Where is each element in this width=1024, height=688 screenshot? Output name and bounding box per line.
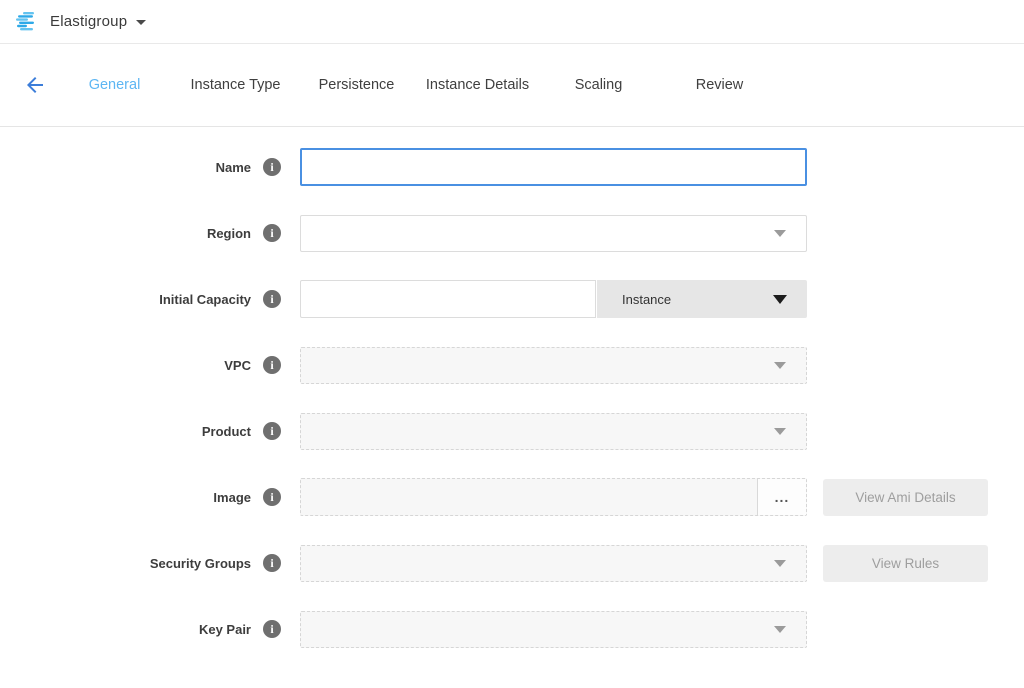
form-row-vpc: VPC i: [0, 346, 1024, 384]
form-row-region: Region i: [0, 214, 1024, 252]
info-icon[interactable]: i: [263, 290, 281, 308]
key-pair-label: Key Pair: [199, 622, 251, 637]
info-icon[interactable]: i: [263, 422, 281, 440]
ellipsis-browse-button: ...: [758, 479, 806, 515]
app-name: Elastigroup: [50, 13, 127, 30]
tabs: General Instance Type Persistence Instan…: [54, 77, 780, 93]
key-pair-dropdown: [300, 611, 807, 648]
general-step-form: Name i Region i Initial Capacity i Insta…: [0, 127, 1024, 648]
image-picker-field: ...: [300, 478, 807, 516]
tab-instance-details[interactable]: Instance Details: [417, 77, 538, 93]
arrow-back-icon: [23, 73, 47, 97]
security-groups-label: Security Groups: [150, 556, 251, 571]
product-dropdown: [300, 413, 807, 450]
vpc-dropdown: [300, 347, 807, 384]
top-bar: Elastigroup: [0, 0, 1024, 44]
capacity-unit-dropdown[interactable]: Instance: [597, 280, 807, 318]
form-row-initial-capacity: Initial Capacity i Instance: [0, 280, 1024, 318]
tab-instance-type[interactable]: Instance Type: [175, 77, 296, 93]
image-label: Image: [213, 490, 251, 505]
region-dropdown[interactable]: [300, 215, 807, 252]
initial-capacity-label: Initial Capacity: [159, 292, 251, 307]
product-label: Product: [202, 424, 251, 439]
app-switcher[interactable]: Elastigroup: [14, 10, 146, 34]
form-row-product: Product i: [0, 412, 1024, 450]
dropdown-caret-icon: [774, 362, 786, 369]
form-row-security-groups: Security Groups i View Rules: [0, 544, 1024, 582]
region-label: Region: [207, 226, 251, 241]
info-icon[interactable]: i: [263, 620, 281, 638]
view-rules-button: View Rules: [823, 545, 988, 582]
form-row-image: Image i ... View Ami Details: [0, 478, 1024, 516]
info-icon[interactable]: i: [263, 224, 281, 242]
wizard-tab-bar: General Instance Type Persistence Instan…: [0, 44, 1024, 127]
dropdown-caret-icon: [774, 560, 786, 567]
info-icon[interactable]: i: [263, 488, 281, 506]
name-input[interactable]: [300, 148, 807, 186]
dropdown-caret-icon: [773, 295, 787, 304]
elastigroup-logo-icon: [14, 10, 40, 34]
name-label: Name: [216, 160, 251, 175]
security-groups-dropdown: [300, 545, 807, 582]
dropdown-caret-icon: [774, 428, 786, 435]
dropdown-caret-icon: [774, 626, 786, 633]
capacity-unit-value: Instance: [622, 292, 671, 307]
tab-review[interactable]: Review: [659, 77, 780, 93]
info-icon[interactable]: i: [263, 158, 281, 176]
info-icon[interactable]: i: [263, 554, 281, 572]
info-icon[interactable]: i: [263, 356, 281, 374]
initial-capacity-input[interactable]: [300, 280, 596, 318]
image-value: [301, 479, 757, 515]
tab-general[interactable]: General: [54, 77, 175, 93]
view-ami-details-button: View Ami Details: [823, 479, 988, 516]
chevron-down-icon: [136, 20, 146, 25]
dropdown-caret-icon: [774, 230, 786, 237]
tab-scaling[interactable]: Scaling: [538, 77, 659, 93]
form-row-name: Name i: [0, 148, 1024, 186]
tab-persistence[interactable]: Persistence: [296, 77, 417, 93]
vpc-label: VPC: [224, 358, 251, 373]
back-button[interactable]: [22, 72, 48, 98]
form-row-key-pair: Key Pair i: [0, 610, 1024, 648]
